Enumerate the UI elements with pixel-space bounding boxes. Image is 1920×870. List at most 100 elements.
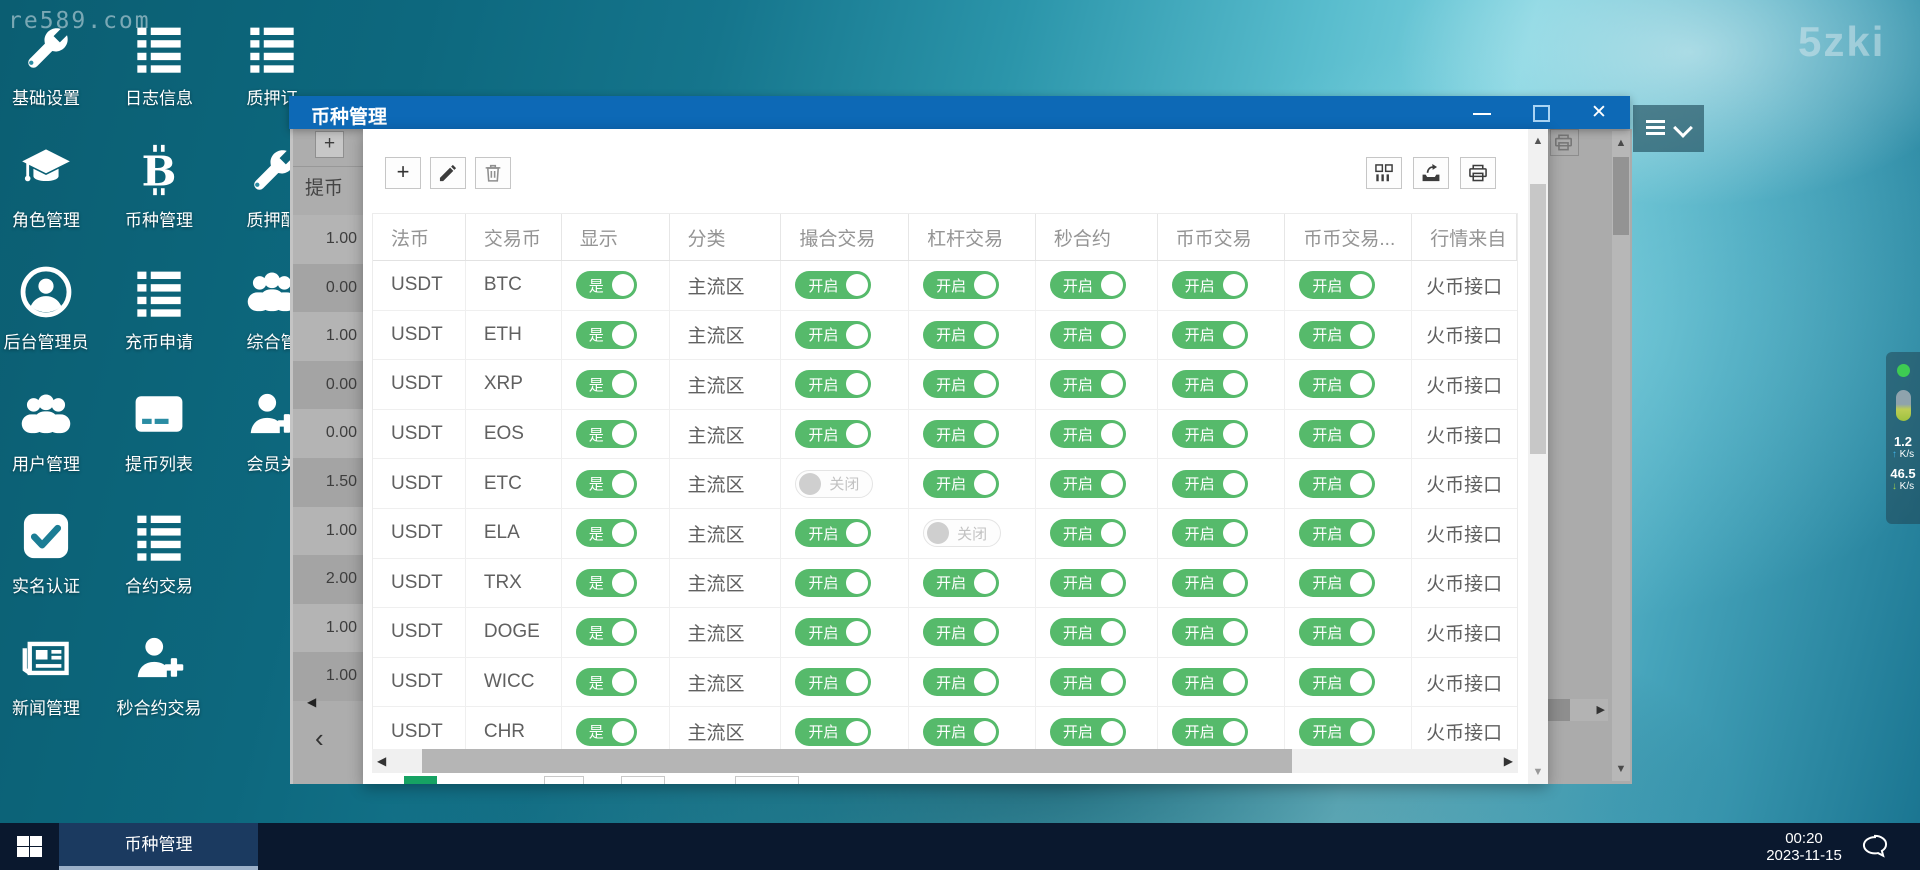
start-button[interactable] bbox=[0, 823, 58, 870]
spot-trade2-toggle[interactable]: 开启 bbox=[1299, 569, 1375, 597]
delete-button[interactable] bbox=[475, 157, 511, 189]
spot-trade2-toggle[interactable]: 开启 bbox=[1299, 420, 1375, 448]
desktop-icon[interactable]: 秒合约交易 bbox=[101, 632, 217, 719]
leverage-trade-toggle[interactable]: 开启 bbox=[923, 718, 999, 746]
matched-trade-toggle[interactable]: 开启 bbox=[795, 569, 871, 597]
leverage-trade-toggle[interactable]: 开启 bbox=[923, 321, 999, 349]
chevron-down-icon[interactable] bbox=[1673, 118, 1693, 138]
desktop-icon[interactable]: 用户管理 bbox=[0, 388, 104, 475]
columns-button[interactable] bbox=[1366, 157, 1402, 189]
spot-trade-toggle[interactable]: 开启 bbox=[1172, 519, 1248, 547]
spot-trade2-toggle[interactable]: 开启 bbox=[1299, 519, 1375, 547]
spot-trade2-toggle[interactable]: 开启 bbox=[1299, 618, 1375, 646]
second-contract-toggle[interactable]: 开启 bbox=[1050, 569, 1126, 597]
print-button[interactable] bbox=[1460, 157, 1496, 189]
matched-trade-toggle[interactable]: 开启 bbox=[795, 668, 871, 696]
taskbar-active-task[interactable]: 币种管理 bbox=[59, 823, 258, 870]
second-contract-toggle[interactable]: 开启 bbox=[1050, 370, 1126, 398]
spot-trade-toggle[interactable]: 开启 bbox=[1172, 618, 1248, 646]
second-contract-toggle[interactable]: 开启 bbox=[1050, 519, 1126, 547]
horizontal-scrollbar[interactable]: ◀ ▶ bbox=[372, 749, 1518, 773]
spot-trade2-toggle[interactable]: 开启 bbox=[1299, 470, 1375, 498]
desktop-icon[interactable]: 合约交易 bbox=[101, 510, 217, 597]
minimize-button[interactable] bbox=[1460, 96, 1504, 129]
pagination-fragment[interactable] bbox=[621, 776, 665, 784]
second-contract-toggle[interactable]: 开启 bbox=[1050, 420, 1126, 448]
spot-trade-toggle[interactable]: 开启 bbox=[1172, 271, 1248, 299]
right-arrow-icon[interactable]: ▶ bbox=[1504, 754, 1513, 768]
second-contract-toggle[interactable]: 开启 bbox=[1050, 618, 1126, 646]
spot-trade2-toggle[interactable]: 开启 bbox=[1299, 321, 1375, 349]
matched-trade-toggle[interactable]: 开启 bbox=[795, 271, 871, 299]
show-toggle[interactable]: 是 bbox=[576, 618, 637, 646]
chat-button[interactable] bbox=[1858, 833, 1894, 861]
desktop-icon[interactable]: 实名认证 bbox=[0, 510, 104, 597]
leverage-trade-toggle[interactable]: 开启 bbox=[923, 618, 999, 646]
matched-trade-toggle[interactable]: 开启 bbox=[795, 370, 871, 398]
pagination-active-fragment[interactable] bbox=[404, 776, 437, 784]
maximize-button[interactable] bbox=[1519, 96, 1563, 129]
matched-trade-toggle[interactable]: 开启 bbox=[795, 519, 871, 547]
spot-trade2-toggle[interactable]: 开启 bbox=[1299, 718, 1375, 746]
desktop-icon[interactable]: 角色管理 bbox=[0, 144, 104, 231]
spot-trade-toggle[interactable]: 开启 bbox=[1172, 569, 1248, 597]
desktop-icon[interactable]: 提币列表 bbox=[101, 388, 217, 475]
matched-trade-toggle[interactable]: 开启 bbox=[795, 718, 871, 746]
pagination-fragment[interactable] bbox=[735, 776, 799, 784]
desktop-icon[interactable]: B币种管理 bbox=[101, 144, 217, 231]
show-toggle[interactable]: 是 bbox=[576, 470, 637, 498]
leverage-trade-toggle[interactable]: 开启 bbox=[923, 569, 999, 597]
spot-trade2-toggle[interactable]: 开启 bbox=[1299, 271, 1375, 299]
matched-trade-toggle[interactable]: 开启 bbox=[795, 321, 871, 349]
show-toggle[interactable]: 是 bbox=[576, 420, 637, 448]
edit-button[interactable] bbox=[430, 157, 466, 189]
export-button[interactable] bbox=[1413, 157, 1449, 189]
leverage-trade-toggle[interactable]: 开启 bbox=[923, 420, 999, 448]
show-toggle[interactable]: 是 bbox=[576, 519, 637, 547]
spot-trade2-toggle[interactable]: 开启 bbox=[1299, 370, 1375, 398]
desktop-icon[interactable]: 基础设置 bbox=[0, 22, 104, 109]
second-contract-toggle[interactable]: 开启 bbox=[1050, 668, 1126, 696]
up-arrow-icon[interactable]: ▲ bbox=[1528, 135, 1548, 147]
show-toggle[interactable]: 是 bbox=[576, 271, 637, 299]
spot-trade-toggle[interactable]: 开启 bbox=[1172, 370, 1248, 398]
taskbar-clock[interactable]: 00:20 2023-11-15 bbox=[1756, 830, 1852, 864]
second-contract-toggle[interactable]: 开启 bbox=[1050, 321, 1126, 349]
show-toggle[interactable]: 是 bbox=[576, 668, 637, 696]
show-toggle[interactable]: 是 bbox=[576, 321, 637, 349]
down-arrow-icon[interactable]: ▼ bbox=[1528, 766, 1548, 778]
desktop-icon[interactable]: 新闻管理 bbox=[0, 632, 104, 719]
spot-trade2-toggle[interactable]: 开启 bbox=[1299, 668, 1375, 696]
close-button[interactable]: ✕ bbox=[1579, 96, 1623, 129]
leverage-trade-toggle[interactable]: 开启 bbox=[923, 470, 999, 498]
second-contract-toggle[interactable]: 开启 bbox=[1050, 470, 1126, 498]
leverage-trade-toggle[interactable]: 开启 bbox=[923, 271, 999, 299]
vertical-scrollbar[interactable]: ▲ ▼ bbox=[1528, 129, 1548, 784]
leverage-trade-toggle[interactable]: 关闭 bbox=[923, 519, 1001, 547]
spot-trade-toggle[interactable]: 开启 bbox=[1172, 470, 1248, 498]
desktop-icon[interactable]: 后台管理员 bbox=[0, 266, 104, 353]
leverage-trade-toggle[interactable]: 开启 bbox=[923, 370, 999, 398]
desktop-icon[interactable]: 充币申请 bbox=[101, 266, 217, 353]
leverage-trade-toggle[interactable]: 开启 bbox=[923, 668, 999, 696]
show-toggle[interactable]: 是 bbox=[576, 569, 637, 597]
add-button[interactable]: + bbox=[385, 157, 421, 189]
matched-trade-toggle[interactable]: 开启 bbox=[795, 420, 871, 448]
spot-trade-toggle[interactable]: 开启 bbox=[1172, 668, 1248, 696]
second-contract-toggle[interactable]: 开启 bbox=[1050, 271, 1126, 299]
spot-trade-toggle[interactable]: 开启 bbox=[1172, 718, 1248, 746]
second-contract-toggle[interactable]: 开启 bbox=[1050, 718, 1126, 746]
spot-trade-toggle[interactable]: 开启 bbox=[1172, 321, 1248, 349]
left-arrow-icon[interactable]: ◀ bbox=[377, 754, 386, 768]
matched-trade-toggle[interactable]: 开启 bbox=[795, 618, 871, 646]
pagination-fragment[interactable] bbox=[544, 776, 584, 784]
matched-trade-toggle[interactable]: 关闭 bbox=[795, 470, 873, 498]
desktop-icon[interactable]: 日志信息 bbox=[101, 22, 217, 109]
hamburger-icon[interactable] bbox=[1646, 120, 1665, 137]
scrollbar-thumb[interactable] bbox=[422, 749, 1292, 773]
show-toggle[interactable]: 是 bbox=[576, 718, 637, 746]
show-toggle[interactable]: 是 bbox=[576, 370, 637, 398]
spot-trade-toggle[interactable]: 开启 bbox=[1172, 420, 1248, 448]
scrollbar-thumb[interactable] bbox=[1530, 184, 1546, 454]
window-titlebar[interactable]: 币种管理 ✕ bbox=[289, 96, 1630, 129]
